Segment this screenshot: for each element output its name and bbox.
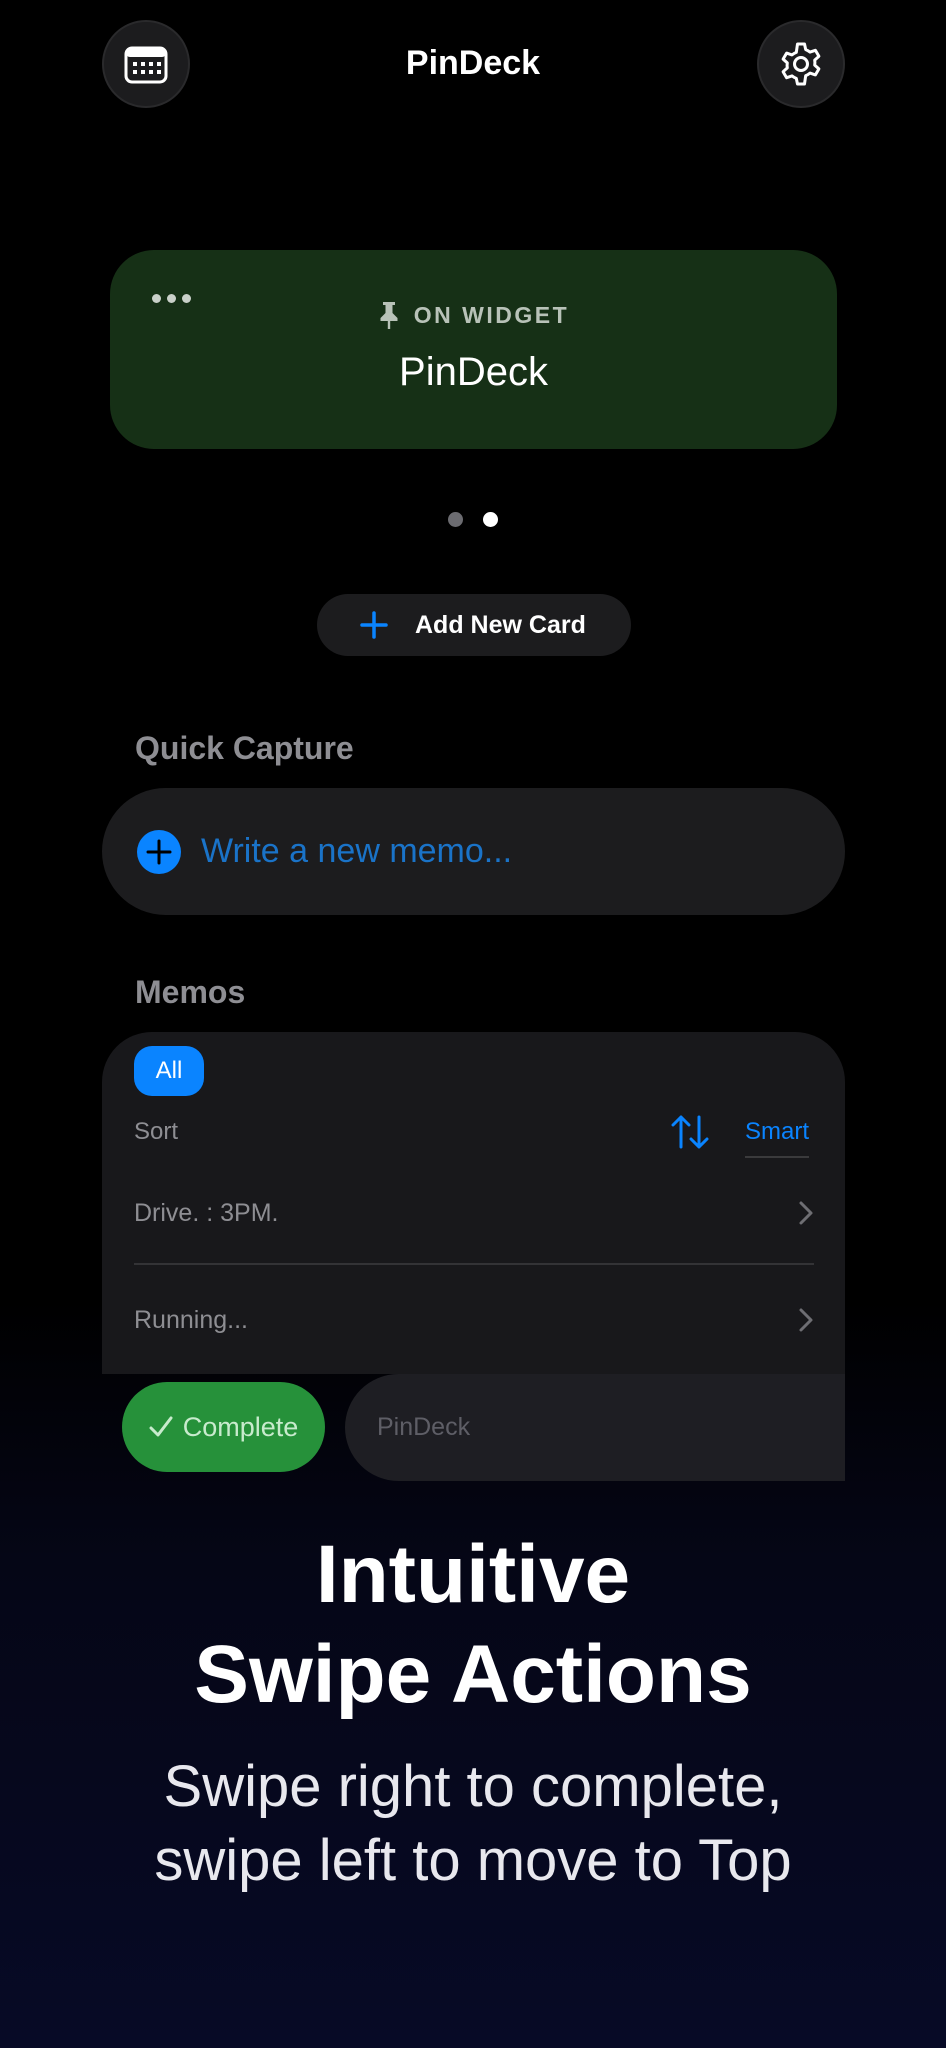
page-dot-1[interactable] <box>448 512 463 527</box>
memo-divider <box>134 1263 814 1265</box>
headline-line-1: Intuitive <box>315 1529 631 1620</box>
widget-badge-label: ON WIDGET <box>413 301 570 328</box>
add-new-card-button[interactable]: Add New Card <box>317 594 631 656</box>
description-line-1: Swipe right to complete, <box>163 1754 783 1819</box>
quick-capture-heading: Quick Capture <box>135 730 354 766</box>
memo-row-1[interactable]: Drive. : 3PM. <box>134 1183 814 1243</box>
plus-icon <box>360 611 388 639</box>
widget-card-title: PinDeck <box>399 350 548 394</box>
memos-heading: Memos <box>135 974 246 1010</box>
chevron-right-icon <box>799 1308 813 1332</box>
feature-description: Swipe right to complete, swipe left to m… <box>0 1750 946 1898</box>
widget-badge: ON WIDGET <box>110 300 837 330</box>
widget-card[interactable]: ON WIDGET PinDeck <box>110 250 837 449</box>
checkmark-icon <box>149 1416 173 1437</box>
page-dot-2-active[interactable] <box>483 512 498 527</box>
complete-label: Complete <box>182 1411 299 1442</box>
gear-icon <box>781 42 821 86</box>
feature-headline: Intuitive Swipe Actions <box>0 1525 946 1725</box>
sort-arrows-icon[interactable] <box>670 1114 710 1150</box>
pin-icon <box>380 302 398 329</box>
sort-label: Sort <box>134 1118 179 1145</box>
complete-swipe-button[interactable]: Complete <box>122 1382 325 1472</box>
memo-row-2-text: Running... <box>134 1305 248 1334</box>
description-line-2: swipe left to move to Top <box>154 1828 792 1893</box>
swiped-memo-text: PinDeck <box>377 1413 471 1441</box>
memo-row-1-text: Drive. : 3PM. <box>134 1198 279 1227</box>
add-new-card-label: Add New Card <box>415 610 586 639</box>
plus-circle-icon[interactable] <box>137 829 181 874</box>
filter-chip-all[interactable]: All <box>134 1046 204 1096</box>
swiped-memo-row[interactable]: PinDeck <box>345 1374 845 1481</box>
quick-capture-field[interactable] <box>102 788 845 915</box>
headline-line-2: Swipe Actions <box>194 1629 752 1720</box>
sort-mode-selector[interactable]: Smart <box>745 1118 810 1158</box>
memo-row-2[interactable]: Running... <box>134 1290 814 1350</box>
chevron-right-icon <box>799 1201 813 1225</box>
memo-input[interactable] <box>201 832 761 871</box>
settings-button[interactable] <box>757 20 845 108</box>
